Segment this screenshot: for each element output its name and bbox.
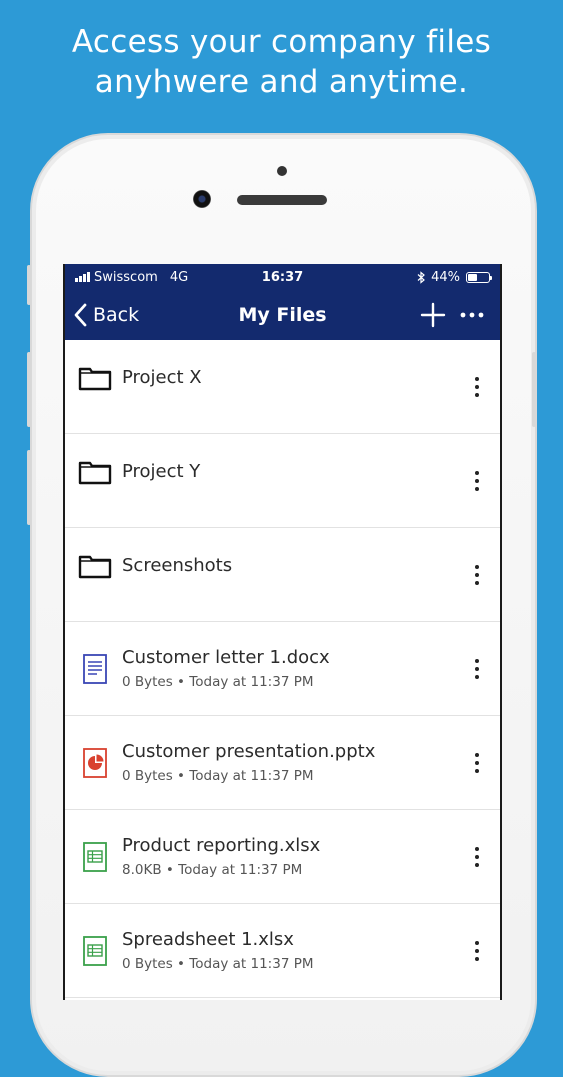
file-meta: 8.0KB • Today at 11:37 PM	[122, 862, 303, 878]
spreadsheet-icon	[83, 841, 107, 872]
phone-volume-down	[27, 450, 31, 525]
status-bar: Swisscom 4G 16:37 44%	[65, 264, 500, 290]
navigation-bar: Back My Files	[65, 290, 500, 340]
file-list: Project X Project Y Screenshots Customer…	[65, 340, 500, 998]
spreadsheet-icon	[83, 935, 107, 966]
more-options-icon[interactable]	[462, 376, 492, 397]
file-row-product-reporting[interactable]: Product reporting.xlsx 8.0KB • Today at …	[65, 810, 500, 904]
chevron-left-icon	[74, 303, 87, 327]
phone-power-button	[532, 352, 536, 427]
back-button[interactable]: Back	[73, 303, 139, 327]
file-meta: 0 Bytes • Today at 11:37 PM	[122, 674, 314, 690]
more-options-icon[interactable]	[462, 846, 492, 867]
more-options-icon[interactable]	[462, 752, 492, 773]
ellipsis-icon[interactable]	[460, 312, 484, 318]
file-row-project-x[interactable]: Project X	[65, 340, 500, 434]
powerpoint-icon	[83, 747, 107, 778]
earpiece-speaker	[237, 195, 327, 205]
more-options-icon[interactable]	[462, 564, 492, 585]
phone-screen: Swisscom 4G 16:37 44% Back My Files Proj…	[63, 264, 502, 1000]
battery-percentage: 44%	[431, 269, 460, 285]
more-options-icon[interactable]	[462, 470, 492, 491]
word-document-icon	[83, 653, 107, 684]
folder-icon	[78, 555, 112, 578]
file-name: Customer letter 1.docx	[122, 647, 330, 668]
file-row-spreadsheet-1[interactable]: Spreadsheet 1.xlsx 0 Bytes • Today at 11…	[65, 904, 500, 998]
battery-icon	[466, 271, 492, 283]
bluetooth-icon	[417, 270, 426, 284]
file-name: Project Y	[122, 461, 201, 482]
promo-line-2: anyhwere and anytime.	[94, 64, 469, 100]
proximity-sensor	[277, 166, 287, 176]
file-row-screenshots[interactable]: Screenshots	[65, 528, 500, 622]
file-row-project-y[interactable]: Project Y	[65, 434, 500, 528]
file-meta: 0 Bytes • Today at 11:37 PM	[122, 768, 314, 784]
file-name: Project X	[122, 367, 202, 388]
phone-volume-up	[27, 352, 31, 427]
file-name: Product reporting.xlsx	[122, 835, 321, 856]
promo-line-1: Access your company files	[71, 24, 492, 60]
file-meta: 0 Bytes • Today at 11:37 PM	[122, 956, 314, 972]
folder-icon	[78, 461, 112, 484]
file-name: Customer presentation.pptx	[122, 741, 376, 762]
file-name: Spreadsheet 1.xlsx	[122, 929, 294, 950]
front-camera	[193, 190, 211, 208]
promo-headline: Access your company files anyhwere and a…	[0, 22, 563, 102]
phone-side-button	[27, 265, 31, 305]
file-row-customer-letter[interactable]: Customer letter 1.docx 0 Bytes • Today a…	[65, 622, 500, 716]
file-row-customer-presentation[interactable]: Customer presentation.pptx 0 Bytes • Tod…	[65, 716, 500, 810]
back-label: Back	[93, 304, 140, 326]
file-name: Screenshots	[122, 555, 233, 576]
plus-icon[interactable]	[420, 302, 446, 328]
folder-icon	[78, 367, 112, 390]
more-options-icon[interactable]	[462, 658, 492, 679]
more-options-icon[interactable]	[462, 940, 492, 961]
